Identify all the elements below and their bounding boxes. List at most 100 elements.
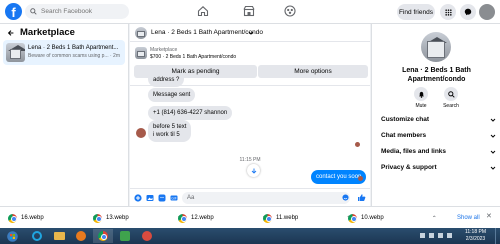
conversation-preview: Beware of common scams using p... · 2m bbox=[28, 53, 120, 59]
conversation-title: Lena · 2 Beds 1 Bath Apartment... bbox=[28, 45, 119, 51]
clock-date: 2/3/2023 bbox=[465, 236, 486, 242]
menu-button[interactable] bbox=[440, 4, 456, 20]
download-item[interactable]: 16.webp⌃ bbox=[8, 213, 97, 223]
internet-explorer-taskbar-icon[interactable] bbox=[27, 229, 47, 243]
chrome-taskbar-icon[interactable] bbox=[93, 229, 113, 243]
download-filename: 13.webp bbox=[106, 215, 129, 221]
message-bubble: address ? bbox=[148, 76, 185, 87]
download-item[interactable]: 13.webp⌃ bbox=[93, 213, 182, 223]
svg-text:GIF: GIF bbox=[171, 196, 176, 200]
windows-logo-icon bbox=[6, 230, 18, 242]
listing-image[interactable] bbox=[135, 47, 147, 59]
tray-icon[interactable] bbox=[420, 233, 425, 238]
chevron-down-icon bbox=[490, 118, 496, 122]
messenger-icon bbox=[464, 8, 472, 16]
like-icon[interactable] bbox=[357, 193, 366, 202]
chevron-down-icon[interactable] bbox=[248, 30, 254, 36]
profile-avatar[interactable] bbox=[479, 4, 495, 20]
network-icon[interactable] bbox=[438, 233, 443, 238]
conversation-avatar bbox=[421, 32, 451, 62]
gif-icon[interactable]: GIF bbox=[170, 194, 178, 202]
conversation-details-pane: Lena · 2 Beds 1 Bath Apartment/condo Mut… bbox=[371, 24, 500, 206]
chrome-file-icon bbox=[8, 213, 17, 223]
sidebar-header: Marketplace bbox=[7, 27, 75, 38]
start-button[interactable] bbox=[2, 229, 22, 243]
chevron-down-icon bbox=[490, 134, 496, 138]
image-icon[interactable] bbox=[146, 194, 154, 202]
mute-label: Mute bbox=[415, 103, 427, 109]
show-all-button[interactable]: Show all bbox=[457, 212, 480, 224]
customize-chat-section[interactable]: Customize chat bbox=[381, 116, 496, 123]
message-input[interactable]: Aa bbox=[182, 192, 350, 204]
facebook-logo-icon[interactable]: f bbox=[5, 3, 22, 20]
download-item[interactable]: 11.webp⌃ bbox=[263, 213, 351, 223]
chevron-up-icon[interactable]: ⌃ bbox=[432, 215, 437, 222]
conversation-item-lena[interactable]: Lena · 2 Beds 1 Bath Apartment... Beware… bbox=[3, 40, 125, 65]
system-tray bbox=[420, 233, 456, 239]
chrome-file-icon bbox=[93, 213, 102, 223]
show-desktop-button[interactable] bbox=[495, 228, 500, 244]
bell-icon bbox=[418, 91, 424, 98]
chat-avatar[interactable] bbox=[135, 27, 147, 39]
download-item[interactable]: 10.webp ⌃ bbox=[348, 213, 437, 223]
listing-source: Marketplace bbox=[150, 47, 178, 53]
chrome-file-icon bbox=[348, 213, 357, 223]
media-files-links-section[interactable]: Media, files and links bbox=[381, 148, 496, 155]
download-bar: 16.webp⌃ 13.webp⌃ 12.webp⌃ 11.webp⌃ 10.w… bbox=[0, 206, 500, 228]
messenger-button[interactable] bbox=[460, 4, 476, 20]
find-friends-button[interactable]: Find friends bbox=[397, 4, 435, 20]
message-bubble: +1 (814) 636-4227 shannon bbox=[148, 106, 233, 120]
section-label: Chat members bbox=[381, 132, 427, 139]
search-input[interactable] bbox=[41, 8, 121, 15]
section-label: Customize chat bbox=[381, 116, 430, 123]
marketplace-icon[interactable] bbox=[243, 5, 255, 17]
message-bubble-multiline: before 5 text i work til 5 bbox=[148, 120, 192, 142]
clock-time: 11:18 PM bbox=[464, 229, 486, 235]
back-arrow-icon[interactable] bbox=[7, 29, 15, 37]
system-clock[interactable]: 11:18 PM 2/3/2023 bbox=[465, 229, 486, 243]
app-taskbar-icon[interactable] bbox=[115, 229, 135, 243]
scroll-to-bottom-button[interactable] bbox=[247, 164, 260, 177]
conversation-title-line: Lena · 2 Beds 1 Bath bbox=[402, 67, 471, 74]
search-icon bbox=[30, 8, 37, 15]
message-bubble: Message sent bbox=[148, 88, 196, 102]
conversation-title-line: Apartment/condo bbox=[407, 76, 466, 83]
home-icon[interactable] bbox=[197, 5, 209, 17]
section-label: Media, files and links bbox=[381, 148, 447, 155]
mute-button[interactable] bbox=[414, 87, 428, 101]
arrow-down-icon bbox=[251, 168, 256, 174]
marketplace-sidebar: Marketplace Lena · 2 Beds 1 Bath Apartme… bbox=[0, 24, 129, 206]
tray-icon[interactable] bbox=[429, 233, 434, 238]
search-conversation-button[interactable] bbox=[444, 87, 458, 101]
file-explorer-taskbar-icon[interactable] bbox=[49, 229, 69, 243]
media-player-taskbar-icon[interactable] bbox=[71, 229, 91, 243]
privacy-support-section[interactable]: Privacy & support bbox=[381, 164, 496, 171]
listing-thumbnail bbox=[6, 43, 25, 62]
plus-circle-icon[interactable] bbox=[134, 194, 142, 202]
download-item[interactable]: 12.webp⌃ bbox=[178, 213, 267, 223]
emoji-icon[interactable] bbox=[342, 194, 349, 201]
search-icon bbox=[447, 90, 455, 98]
sidebar-title: Marketplace bbox=[20, 27, 75, 38]
more-options-button[interactable]: More options bbox=[258, 65, 368, 78]
search-label: Search bbox=[443, 103, 459, 109]
sender-avatar bbox=[136, 128, 146, 138]
listing-summary[interactable]: $700 · 2 Beds 1 Bath Apartment/condo bbox=[150, 54, 236, 60]
download-filename: 11.webp bbox=[276, 215, 299, 221]
chevron-down-icon bbox=[490, 166, 496, 170]
close-icon[interactable]: ✕ bbox=[486, 212, 492, 220]
chat-panel: Lena · 2 Beds 1 Bath Apartment/condo Mar… bbox=[130, 24, 370, 206]
groups-icon[interactable] bbox=[284, 5, 296, 17]
download-filename: 10.webp bbox=[361, 215, 384, 221]
chat-members-section[interactable]: Chat members bbox=[381, 132, 496, 139]
windows-taskbar: 11:18 PM 2/3/2023 bbox=[0, 228, 500, 244]
chevron-down-icon bbox=[490, 150, 496, 154]
app-taskbar-icon[interactable] bbox=[137, 229, 157, 243]
search-box[interactable] bbox=[25, 4, 129, 19]
section-label: Privacy & support bbox=[381, 164, 437, 171]
volume-icon[interactable] bbox=[447, 233, 452, 238]
sticker-icon[interactable] bbox=[158, 194, 166, 202]
chrome-file-icon bbox=[178, 213, 187, 223]
message-composer: GIF Aa bbox=[130, 188, 370, 206]
chat-title[interactable]: Lena · 2 Beds 1 Bath Apartment/condo bbox=[151, 29, 263, 36]
